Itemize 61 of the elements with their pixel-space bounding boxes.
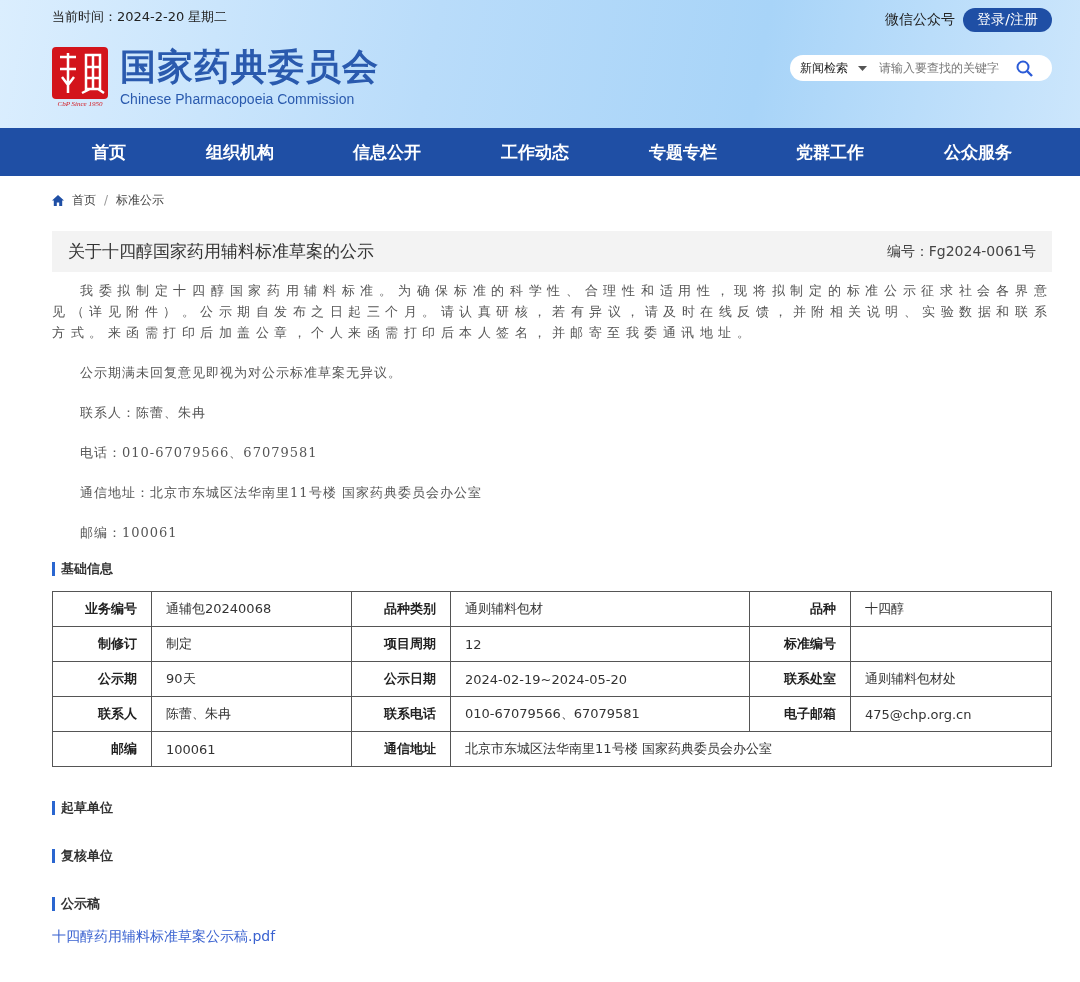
- field-label: 电子邮箱: [749, 696, 851, 732]
- field-value: 通辅包20240068: [151, 591, 352, 627]
- field-value: 北京市东城区法华南里11号楼 国家药典委员会办公室: [450, 731, 1052, 767]
- field-label: 联系人: [52, 696, 152, 732]
- current-date: 当前时间：2024-2-20 星期二: [52, 8, 229, 26]
- nav-item[interactable]: 组织机构: [191, 128, 288, 176]
- field-label: 通信地址: [351, 731, 451, 767]
- field-value: 475@chp.org.cn: [850, 696, 1052, 732]
- notice-title: 关于十四醇国家药用辅料标准草案的公示: [68, 240, 374, 263]
- notice-paragraph: 电话：010-67079566、67079581: [79, 444, 319, 462]
- field-value: 2024-02-19~2024-05-20: [450, 661, 750, 697]
- section-heading: 起草单位: [52, 801, 1052, 815]
- site-title: 国家药典委员会: [120, 47, 379, 87]
- search-category-dropdown[interactable]: 新闻检索: [800, 59, 867, 77]
- field-label: 品种: [749, 591, 851, 627]
- field-value: 12: [450, 626, 750, 662]
- breadcrumb-separator: /: [104, 193, 109, 207]
- field-label: 业务编号: [52, 591, 152, 627]
- search-icon[interactable]: [1016, 59, 1033, 77]
- home-icon: [52, 194, 64, 206]
- caret-icon: [858, 65, 867, 71]
- section-heading: 基础信息: [52, 562, 1052, 576]
- breadcrumb-link[interactable]: 首页: [72, 191, 96, 209]
- nav-item[interactable]: 党群工作: [782, 128, 879, 176]
- field-label: 公示期: [52, 661, 152, 697]
- field-label: 项目周期: [351, 626, 451, 662]
- nav-item[interactable]: 工作动态: [486, 128, 583, 176]
- search-field[interactable]: 新闻检索 请输入要查找的关键字: [790, 55, 1052, 81]
- field-label: 联系处室: [749, 661, 851, 697]
- field-label: 邮编: [52, 731, 152, 767]
- field-value: 100061: [151, 731, 352, 767]
- seal-logo-icon: [52, 47, 108, 99]
- notice-paragraph: 邮编：100061: [79, 524, 179, 542]
- field-value: 通则辅料包材: [450, 591, 750, 627]
- notice-paragraph: 我委拟制定十四醇国家药用辅料标准。为确保标准的科学性、合理性和适用性，现将拟制定的标准公示征求社会各界意见（详见附件）。公示期自发布之日起三个月。请认真研核，若有异议，请及时在线反馈，并附相关说明、实验数据和联系方式。来函需打印后加盖公章，个人来函需打印后本人签名，并邮寄至我委通讯地址。: [52, 282, 1052, 342]
- field-label: 联系电话: [351, 696, 451, 732]
- field-value: 010-67079566、67079581: [450, 696, 750, 732]
- wechat-link[interactable]: 微信公众号: [885, 11, 956, 29]
- nav-item[interactable]: 信息公开: [339, 128, 436, 176]
- field-value: 陈蕾、朱冉: [151, 696, 352, 732]
- section-heading: 公示稿: [52, 897, 1052, 911]
- field-label: 制修订: [52, 626, 152, 662]
- nav-item[interactable]: 专题专栏: [634, 128, 731, 176]
- notice-number: 编号：Fg2024-0061号: [886, 242, 1036, 261]
- breadcrumb-link[interactable]: 标准公示: [116, 191, 165, 209]
- attachment-link[interactable]: 十四醇药用辅料标准草案公示稿.pdf: [52, 928, 276, 946]
- field-label: 品种类别: [351, 591, 451, 627]
- login-button[interactable]: 登录/注册: [963, 8, 1052, 32]
- field-value: 通则辅料包材处: [850, 661, 1052, 697]
- field-label: 公示日期: [351, 661, 451, 697]
- site-subtitle: Chinese Pharmacopoeia Commission: [120, 91, 356, 107]
- field-value: 十四醇: [850, 591, 1052, 627]
- field-value: 制定: [151, 626, 352, 662]
- notice-paragraph: 通信地址：北京市东城区法华南里11号楼 国家药典委员会办公室: [79, 484, 483, 502]
- notice-paragraph: 公示期满未回复意见即视为对公示标准草案无异议。: [79, 364, 403, 382]
- section-heading: 复核单位: [52, 849, 1052, 863]
- field-label: 标准编号: [749, 626, 851, 662]
- notice-paragraph: 联系人：陈蕾、朱冉: [79, 404, 207, 422]
- field-value: 90天: [151, 661, 352, 697]
- nav-item[interactable]: 首页: [77, 128, 140, 176]
- nav-item[interactable]: 公众服务: [930, 128, 1027, 176]
